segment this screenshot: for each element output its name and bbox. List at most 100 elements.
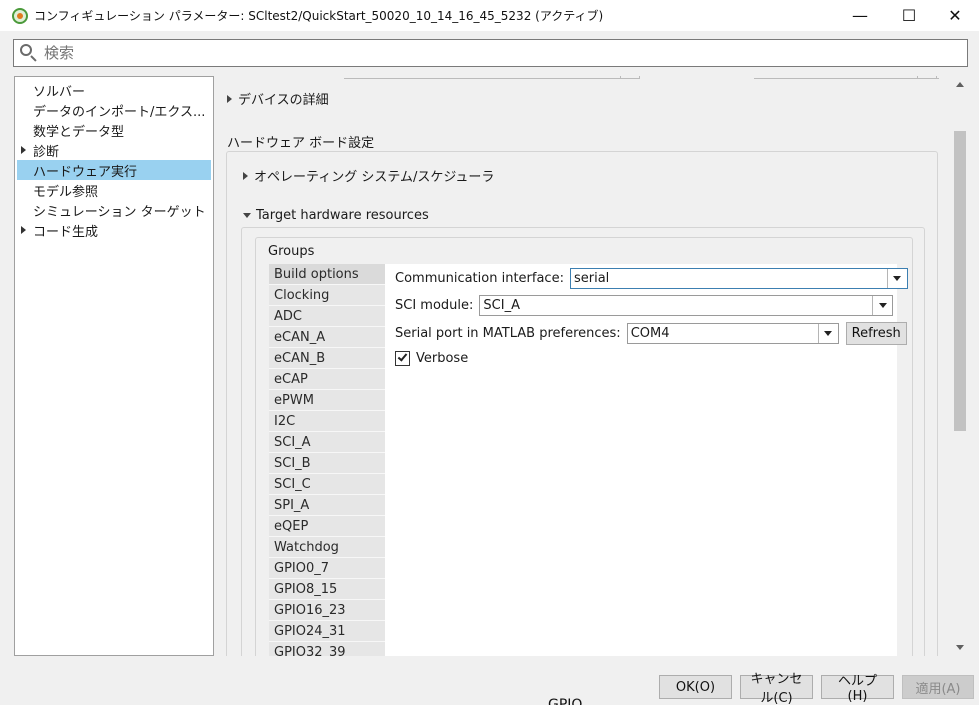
- collapse-arrow-icon: [243, 213, 251, 218]
- close-button[interactable]: ✕: [932, 0, 978, 31]
- search-box[interactable]: [13, 39, 968, 67]
- minimize-icon: —: [852, 6, 868, 25]
- serial-port-value: COM4: [630, 326, 670, 341]
- verbose-label: Verbose: [416, 351, 469, 366]
- group-item[interactable]: Clocking: [269, 285, 385, 306]
- serial-port-row: Serial port in MATLAB preferences: COM4 …: [395, 322, 907, 345]
- comm-interface-label: Communication interface:: [395, 271, 564, 286]
- group-item[interactable]: eQEP: [269, 516, 385, 537]
- ok-button[interactable]: OK(O): [659, 675, 732, 699]
- target-hw-resources-toggle[interactable]: Target hardware resources: [243, 208, 429, 223]
- os-scheduler-toggle[interactable]: オペレーティング システム/スケジューラ: [243, 166, 494, 185]
- dropdown-button[interactable]: [872, 296, 892, 315]
- group-item[interactable]: GPIO32_39: [269, 642, 385, 656]
- chevron-down-icon: [878, 303, 887, 308]
- simulink-config-icon: [12, 7, 28, 24]
- help-button[interactable]: ヘルプ(H): [821, 674, 894, 704]
- group-list: Build options Clocking ADC eCAN_A eCAN_B eCAP…: [269, 264, 385, 656]
- sci-module-row: SCI module: SCI_A: [395, 295, 894, 316]
- comm-interface-select[interactable]: serial: [569, 268, 908, 289]
- cancel-button[interactable]: キャンセル(C): [740, 672, 813, 705]
- nav-item-label: コード生成: [33, 224, 99, 240]
- nav-item[interactable]: シミュレーション ターゲット: [15, 200, 213, 220]
- os-scheduler-label: オペレーティング システム/スケジューラ: [254, 170, 495, 185]
- scroll-down-icon[interactable]: [956, 645, 964, 650]
- comm-interface-value: serial: [573, 271, 610, 286]
- group-item[interactable]: SCI_B: [269, 453, 385, 474]
- group-item[interactable]: SCI_C: [269, 474, 385, 495]
- group-item[interactable]: GPIO0_7: [269, 558, 385, 579]
- apply-button[interactable]: 適用(A): [902, 675, 974, 699]
- minimize-button[interactable]: —: [837, 0, 883, 31]
- group-item[interactable]: I2C: [269, 411, 385, 432]
- group-item[interactable]: GPIO8_15: [269, 579, 385, 600]
- nav-item[interactable]: データのインポート/エクス...: [15, 100, 213, 120]
- group-item[interactable]: SPI_A: [269, 495, 385, 516]
- nav-item-label: 数学とデータ型: [33, 124, 125, 140]
- expand-arrow-icon[interactable]: [21, 226, 26, 234]
- group-item[interactable]: eCAP: [269, 369, 385, 390]
- group-item[interactable]: SCI_A: [269, 432, 385, 453]
- groups-panel: Groups Build options Clocking ADC eCAN_A eCA…: [255, 237, 913, 656]
- dropdown-button[interactable]: [817, 324, 838, 343]
- chevron-down-icon: [893, 276, 902, 281]
- serial-port-select[interactable]: COM4: [626, 323, 839, 344]
- title-bar: コンフィギュレーション パラメーター: SCltest2/QuickStart_…: [0, 0, 979, 31]
- nav-item[interactable]: コード生成: [15, 220, 213, 240]
- sci-module-value: SCI_A: [483, 298, 520, 313]
- nav-item[interactable]: モデル参照: [15, 180, 213, 200]
- serial-port-label: Serial port in MATLAB preferences:: [395, 326, 621, 341]
- nav-item[interactable]: ハードウェア実行: [17, 160, 211, 180]
- target-hw-resources-panel: Groups Build options Clocking ADC eCAN_A eCA…: [241, 227, 925, 656]
- verbose-checkbox[interactable]: [395, 351, 410, 366]
- expand-arrow-icon: [227, 94, 232, 103]
- group-settings: Communication interface: serial SCI modu…: [385, 264, 908, 656]
- dropdown-button[interactable]: [886, 269, 907, 288]
- category-tree: ソルバーデータのインポート/エクス... 数学とデータ型 診断ハードウェア実行 モデル…: [14, 76, 214, 656]
- dialog-button-bar: OK(O) キャンセル(C) ヘルプ(H) 適用(A): [0, 662, 979, 705]
- hw-board-settings-heading: ハードウェア ボード設定: [227, 136, 375, 151]
- nav-item-label: シミュレーション ターゲット: [33, 204, 206, 220]
- group-item[interactable]: GPIO24_31: [269, 621, 385, 642]
- expand-arrow-icon: [243, 171, 248, 180]
- group-item[interactable]: Build options: [269, 264, 385, 285]
- maximize-button[interactable]: ☐: [886, 0, 932, 31]
- group-item[interactable]: eCAN_B: [269, 348, 385, 369]
- group-item[interactable]: GPIO16_23: [269, 600, 385, 621]
- device-details-label: デバイスの詳細: [238, 93, 329, 108]
- search-input[interactable]: [44, 44, 944, 62]
- scrollbar-thumb[interactable]: [954, 131, 966, 431]
- settings-pane: デバイスの詳細 ハードウェア ボード設定 オペレーティング システム/スケジュー…: [214, 76, 954, 656]
- group-item[interactable]: ADC: [269, 306, 385, 327]
- expand-arrow-icon[interactable]: [21, 146, 26, 154]
- background-window-text: GPIO: [548, 697, 583, 705]
- nav-item[interactable]: ソルバー: [15, 80, 213, 100]
- groups-label: Groups: [268, 244, 315, 259]
- sci-module-select[interactable]: SCI_A: [479, 295, 894, 316]
- target-hw-resources-label: Target hardware resources: [256, 208, 429, 223]
- vertical-scrollbar[interactable]: [953, 76, 968, 656]
- nav-item[interactable]: 数学とデータ型: [15, 120, 213, 140]
- nav-item-label: データのインポート/エクス...: [33, 104, 206, 120]
- refresh-button[interactable]: Refresh: [845, 322, 907, 345]
- clipped-field-edge: [754, 76, 939, 79]
- verbose-row[interactable]: Verbose: [395, 351, 468, 366]
- hw-board-settings-panel: オペレーティング システム/スケジューラ Target hardware res…: [226, 151, 938, 656]
- maximize-icon: ☐: [901, 6, 917, 25]
- nav-item[interactable]: 診断: [15, 140, 213, 160]
- group-item[interactable]: Watchdog: [269, 537, 385, 558]
- chevron-down-icon: [824, 331, 833, 336]
- device-details-toggle[interactable]: デバイスの詳細: [227, 89, 329, 108]
- group-item[interactable]: ePWM: [269, 390, 385, 411]
- checkmark-icon: [397, 351, 408, 362]
- search-icon: [18, 42, 40, 64]
- comm-interface-row: Communication interface: serial: [395, 268, 908, 289]
- window-title: コンフィギュレーション パラメーター: SCltest2/QuickStart_…: [34, 9, 604, 23]
- scroll-up-icon[interactable]: [956, 82, 964, 87]
- nav-item-label: ソルバー: [33, 84, 86, 100]
- sci-module-label: SCI module:: [395, 298, 474, 313]
- group-item[interactable]: eCAN_A: [269, 327, 385, 348]
- close-icon: ✕: [948, 6, 962, 25]
- nav-item-label: 診断: [33, 144, 60, 160]
- nav-item-label: ハードウェア実行: [33, 164, 138, 180]
